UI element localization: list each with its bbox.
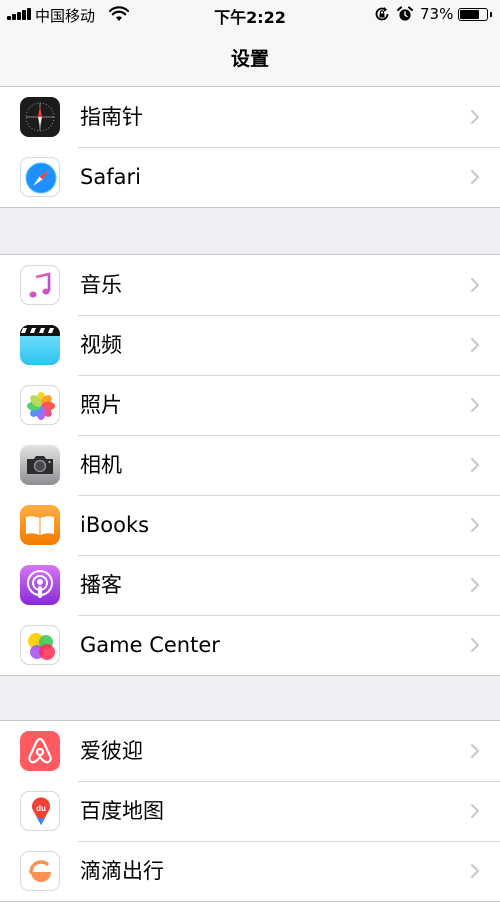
podcasts-icon <box>20 565 60 605</box>
status-bar: 中国移动 下午2:22 73% <box>0 0 500 30</box>
chevron-right-icon <box>471 518 479 532</box>
row-label: 视频 <box>80 333 122 357</box>
row-label: 爱彼迎 <box>80 739 143 763</box>
row-label: 指南针 <box>80 105 143 129</box>
settings-group-2: 音乐 视频 照片 相机 iBooks 播客 Game Center <box>0 254 500 676</box>
didi-icon <box>20 851 60 891</box>
row-label: 音乐 <box>80 273 122 297</box>
baidu-maps-glyph: du <box>36 804 46 813</box>
settings-row-game-center[interactable]: Game Center <box>0 615 500 675</box>
row-label: Game Center <box>80 633 220 657</box>
camera-icon <box>20 445 60 485</box>
settings-row-safari[interactable]: Safari <box>0 147 500 207</box>
settings-row-baidu-maps[interactable]: du 百度地图 <box>0 781 500 841</box>
navigation-bar: 设置 <box>0 30 500 87</box>
settings-row-photos[interactable]: 照片 <box>0 375 500 435</box>
row-label: 相机 <box>80 453 122 477</box>
game-center-icon <box>20 625 60 665</box>
videos-icon <box>20 325 60 365</box>
chevron-right-icon <box>471 110 479 124</box>
page-title: 设置 <box>230 48 269 70</box>
settings-group-3: 爱彼迎 du 百度地图 滴滴出行 <box>0 720 500 902</box>
airbnb-icon <box>20 731 60 771</box>
settings-row-camera[interactable]: 相机 <box>0 435 500 495</box>
settings-row-airbnb[interactable]: 爱彼迎 <box>0 721 500 781</box>
settings-row-didi[interactable]: 滴滴出行 <box>0 841 500 901</box>
row-label: 播客 <box>80 573 122 597</box>
settings-group-1: 指南针 Safari <box>0 86 500 208</box>
settings-row-ibooks[interactable]: iBooks <box>0 495 500 555</box>
chevron-right-icon <box>471 458 479 472</box>
chevron-right-icon <box>471 864 479 878</box>
music-icon <box>20 265 60 305</box>
alarm-icon <box>397 6 413 21</box>
row-label: 滴滴出行 <box>80 859 164 883</box>
battery-tip <box>490 12 492 17</box>
chevron-right-icon <box>471 744 479 758</box>
settings-row-podcasts[interactable]: 播客 <box>0 555 500 615</box>
chevron-right-icon <box>471 338 479 352</box>
settings-row-compass[interactable]: 指南针 <box>0 87 500 147</box>
battery-percentage: 73% <box>420 5 454 23</box>
chevron-right-icon <box>471 170 479 184</box>
battery-icon <box>458 8 488 21</box>
chevron-right-icon <box>471 398 479 412</box>
row-label: Safari <box>80 165 141 189</box>
row-label: iBooks <box>80 513 150 537</box>
chevron-right-icon <box>471 578 479 592</box>
row-label: 照片 <box>80 393 122 417</box>
baidu-maps-icon: du <box>20 791 60 831</box>
settings-row-videos[interactable]: 视频 <box>0 315 500 375</box>
settings-row-music[interactable]: 音乐 <box>0 255 500 315</box>
chevron-right-icon <box>471 804 479 818</box>
compass-icon <box>20 97 60 137</box>
photos-icon <box>20 385 60 425</box>
chevron-right-icon <box>471 638 479 652</box>
chevron-right-icon <box>471 278 479 292</box>
safari-icon <box>20 157 60 197</box>
row-label: 百度地图 <box>80 799 164 823</box>
ibooks-icon <box>20 505 60 545</box>
orientation-lock-icon <box>375 7 389 21</box>
